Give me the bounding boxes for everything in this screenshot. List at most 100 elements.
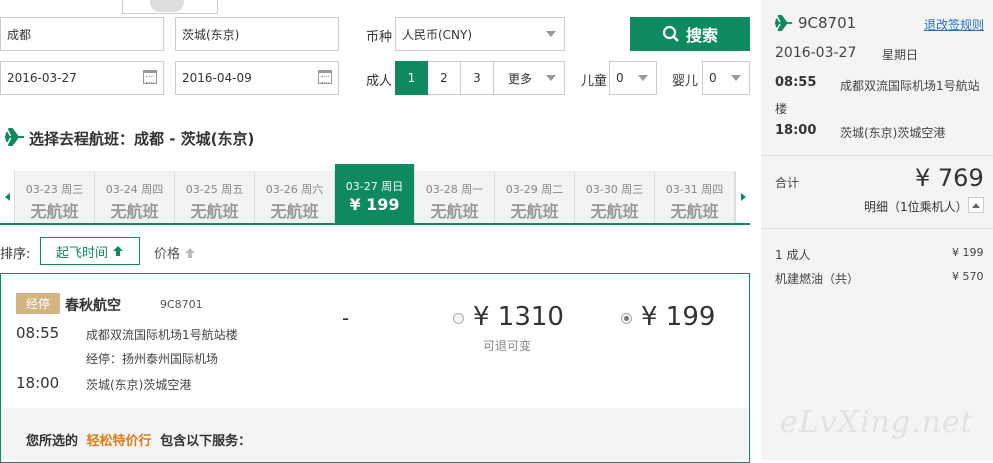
- date-tab-date: 03-31 周四: [665, 183, 724, 196]
- date-tab[interactable]: 03-27 周日 ¥ 199: [335, 164, 415, 223]
- order-sidebar: [761, 0, 993, 460]
- calendar-icon[interactable]: [318, 70, 332, 84]
- sort-label: 排序:: [0, 247, 31, 262]
- sort-by-price-label: 价格: [154, 247, 181, 262]
- date-tab-date: 03-29 周二: [505, 183, 564, 196]
- sort-by-time-button[interactable]: 起飞时间: [40, 237, 140, 265]
- date-tab[interactable]: 03-26 周六无航班: [255, 171, 335, 223]
- child-label: 儿童: [581, 74, 608, 89]
- date-tab-date: 03-30 周三: [585, 183, 644, 196]
- from-city-input[interactable]: 成都: [0, 17, 164, 51]
- fare1-note: 可退可变: [483, 339, 532, 353]
- airline-name: 春秋航空: [65, 298, 121, 314]
- date-tab-price: 无航班: [270, 202, 319, 221]
- chevron-right-icon: [740, 193, 746, 201]
- adult-more-select[interactable]: 更多: [494, 61, 565, 95]
- flight-number: 9C8701: [160, 298, 203, 311]
- infant-label: 婴儿: [672, 74, 699, 89]
- arrival-time: 18:00: [16, 374, 60, 392]
- chevron-down-icon: [731, 75, 741, 81]
- date-tab-price: 无航班: [510, 202, 559, 221]
- fare2-radio[interactable]: [621, 313, 632, 324]
- adult-option-3[interactable]: 3: [461, 61, 494, 95]
- service-product: 轻松特价行: [86, 434, 152, 449]
- chevron-down-icon: [546, 31, 556, 37]
- sidebar-divider: [761, 228, 993, 229]
- date-strip-bottom-line: [0, 223, 750, 225]
- sidebar-weekday: 星期日: [882, 48, 919, 62]
- adult-option-2[interactable]: 2: [428, 61, 461, 95]
- plane-icon: [775, 14, 793, 32]
- return-date-input[interactable]: 2016-04-09: [175, 61, 339, 95]
- infant-select[interactable]: 0: [702, 61, 750, 95]
- sidebar-dep-time: 08:55: [775, 75, 817, 90]
- date-tab[interactable]: 03-29 周二无航班: [495, 171, 575, 223]
- watermark-logo: eLvXing.net: [780, 405, 974, 440]
- total-label: 合计: [775, 176, 800, 190]
- section-title: 选择去程航班：成都 - 茨城(东京): [29, 130, 255, 148]
- infant-value: 0: [709, 71, 717, 85]
- fare2-price: ¥ 199: [641, 302, 716, 332]
- search-button-label: 搜索: [685, 26, 718, 45]
- arrow-up-icon: [113, 246, 123, 256]
- date-tab[interactable]: 03-25 周五无航班: [175, 171, 255, 223]
- date-tab-date: 03-28 周一: [425, 183, 484, 196]
- chevron-left-icon: [4, 193, 10, 201]
- date-next-button[interactable]: [735, 171, 750, 223]
- fare1-radio[interactable]: [453, 313, 464, 324]
- date-tab[interactable]: 03-28 周一无航班: [415, 171, 495, 223]
- chevron-up-icon: [972, 202, 980, 208]
- to-city-input[interactable]: 茨城(东京): [175, 17, 339, 51]
- date-tab-date: 03-23 周三: [25, 183, 84, 196]
- date-tab[interactable]: 03-31 周四 无航班: [655, 171, 735, 223]
- chevron-down-icon: [546, 75, 556, 81]
- service-note: 您所选的 轻松特价行 包含以下服务：: [26, 430, 251, 449]
- adult-more-label: 更多: [508, 71, 533, 86]
- date-tab-date: 03-25 周五: [185, 183, 244, 196]
- rules-link[interactable]: 退改签规则: [924, 16, 984, 33]
- date-prev-button[interactable]: [0, 171, 15, 223]
- departure-time: 08:55: [16, 324, 60, 342]
- service-note-suffix: 包含以下服务：: [160, 434, 252, 449]
- return-date-value: 2016-04-09: [182, 71, 252, 85]
- sidebar-flight-number: 9C8701: [798, 14, 857, 32]
- currency-label: 币种: [366, 30, 393, 45]
- child-select[interactable]: 0: [609, 61, 657, 95]
- service-note-prefix: 您所选的: [26, 434, 79, 449]
- calendar-icon[interactable]: [143, 70, 157, 84]
- detail-row-adult-value: ¥ 199: [952, 246, 984, 259]
- sort-by-time-label: 起飞时间: [55, 245, 108, 261]
- arrow-up-icon: [185, 247, 196, 258]
- departure-airport: 成都双流国际机场1号航站楼: [86, 328, 238, 342]
- collapse-detail-button[interactable]: [968, 197, 984, 213]
- depart-date-value: 2016-03-27: [7, 71, 77, 85]
- date-tab[interactable]: 03-23 周三无航班: [15, 171, 95, 223]
- date-tab-date: 03-26 周六: [265, 183, 324, 196]
- stop-badge: 经停: [16, 293, 60, 314]
- swap-icon[interactable]: [150, 0, 184, 12]
- currency-select[interactable]: 人民币(CNY): [395, 17, 565, 51]
- date-tab-date: 03-27 周日: [345, 180, 404, 193]
- detail-row-adult-label: 1 成人: [775, 248, 811, 262]
- adult-label: 成人: [366, 74, 393, 89]
- total-price: ¥ 769: [915, 164, 984, 192]
- depart-date-input[interactable]: 2016-03-27: [0, 61, 164, 95]
- date-tab[interactable]: 03-24 周四 无航班: [95, 171, 175, 223]
- date-tab[interactable]: 03-30 周三 无航班: [575, 171, 655, 223]
- sidebar-arr-airport: 茨城(东京)茨城空港: [840, 126, 946, 140]
- sort-by-price-button[interactable]: 价格: [154, 243, 196, 262]
- sidebar-dep-airport: 成都双流国际机场1号航站: [840, 79, 980, 93]
- currency-value: 人民币(CNY): [402, 27, 473, 42]
- stopover-airport: 经停：扬州泰州国际机场: [86, 352, 219, 366]
- sidebar-divider: [761, 155, 993, 156]
- price-detail-label: 明细（1位乘机人）: [864, 200, 968, 214]
- date-tab-price: 无航班: [30, 202, 79, 221]
- date-tab-price: 无航班: [430, 202, 479, 221]
- date-tab-price: 无航班: [110, 202, 159, 221]
- adult-option-1[interactable]: 1: [395, 61, 428, 95]
- duration-dash: -: [342, 306, 350, 330]
- search-button[interactable]: 搜索: [630, 17, 750, 51]
- sidebar-arr-time: 18:00: [775, 123, 817, 138]
- chevron-down-icon: [638, 75, 648, 81]
- date-tab-price: 无航班: [190, 202, 239, 221]
